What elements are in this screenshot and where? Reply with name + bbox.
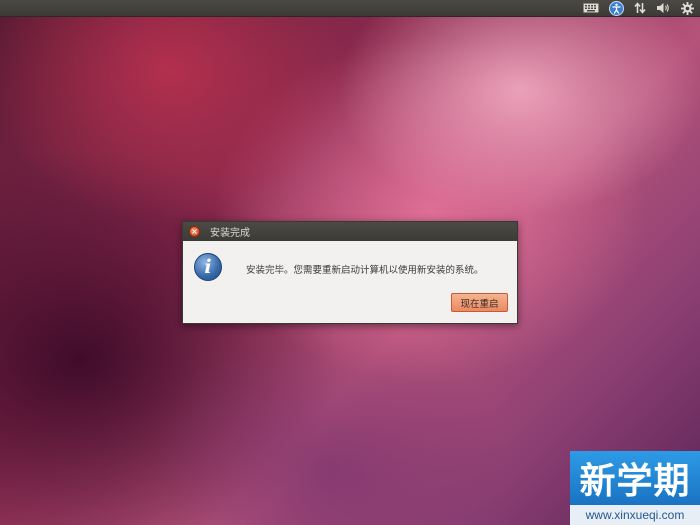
keyboard-icon[interactable] xyxy=(583,0,599,17)
accessibility-icon[interactable] xyxy=(609,0,624,17)
restart-now-button[interactable]: 现在重启 xyxy=(451,293,508,312)
dialog-body: i 安装完毕。您需要重新启动计算机以使用新安装的系统。 现在重启 xyxy=(183,241,517,323)
session-gear-icon[interactable] xyxy=(681,0,694,17)
watermark: 新学期 www.xinxueqi.com xyxy=(570,451,700,525)
top-panel xyxy=(0,0,700,17)
watermark-logo: 新学期 xyxy=(570,451,700,505)
install-complete-dialog: × 安装完成 i 安装完毕。您需要重新启动计算机以使用新安装的系统。 现在重启 xyxy=(182,221,518,324)
dialog-titlebar[interactable]: × 安装完成 xyxy=(183,222,517,241)
dialog-message: 安装完毕。您需要重新启动计算机以使用新安装的系统。 xyxy=(246,265,484,276)
dialog-title: 安装完成 xyxy=(210,228,250,239)
info-icon: i xyxy=(194,253,222,281)
close-icon[interactable]: × xyxy=(189,226,200,237)
network-icon[interactable] xyxy=(634,0,646,17)
volume-icon[interactable] xyxy=(656,0,671,17)
watermark-url: www.xinxueqi.com xyxy=(570,505,700,525)
